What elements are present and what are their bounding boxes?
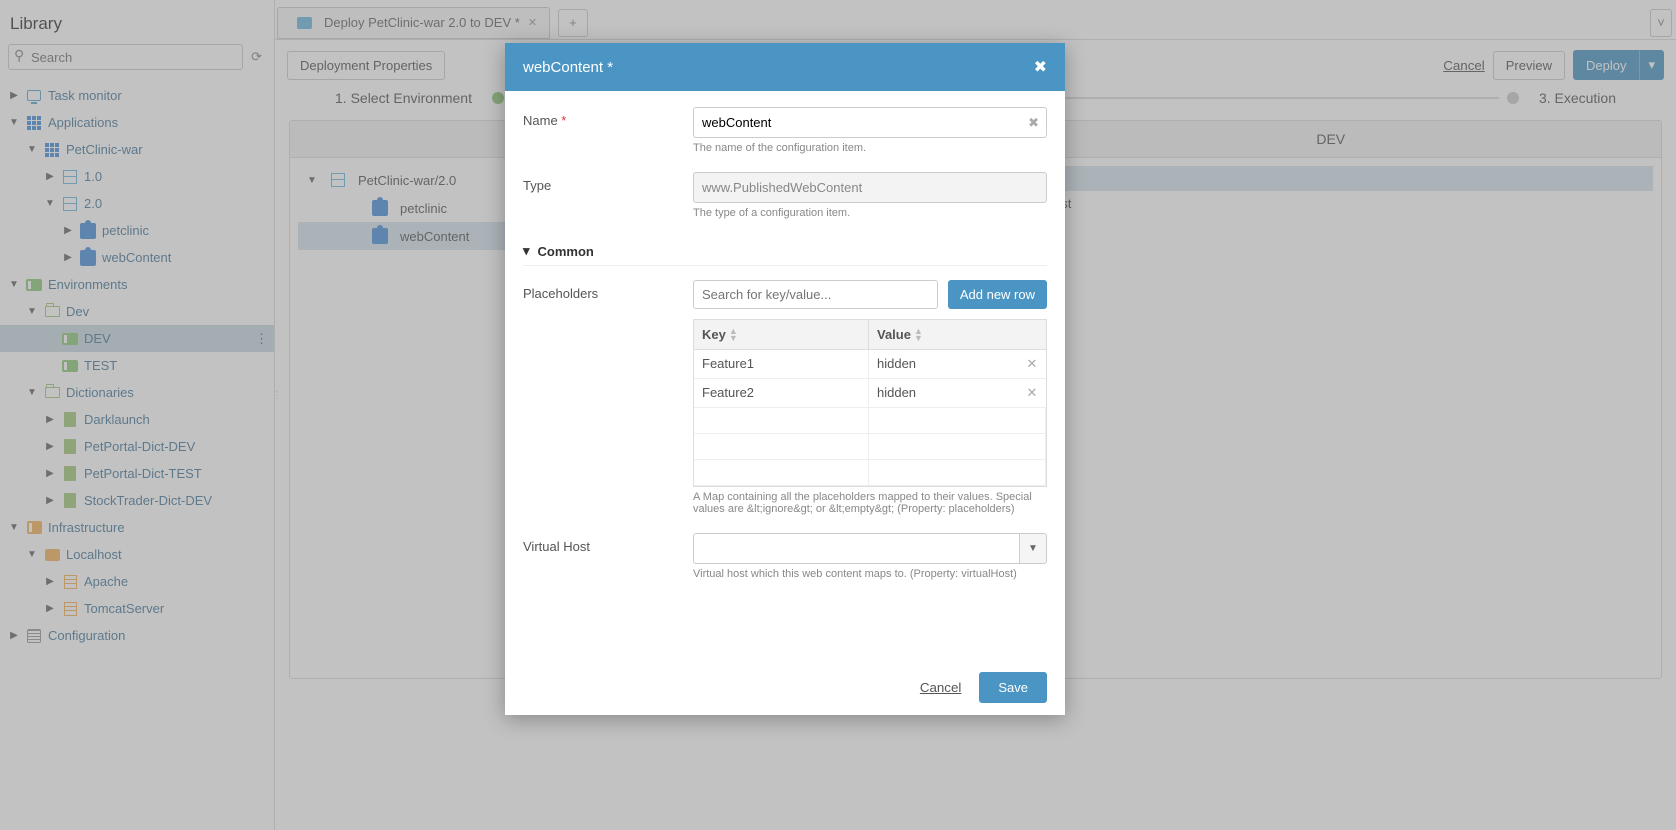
delete-row-icon[interactable]: ✕ bbox=[1018, 350, 1046, 378]
save-button[interactable]: Save bbox=[979, 672, 1047, 703]
name-label: Name * bbox=[523, 107, 693, 168]
modal-title: webContent * bbox=[523, 59, 613, 76]
webcontent-modal: webContent * ✖ Name * ✖ The name of the … bbox=[505, 43, 1065, 715]
kv-table: Key▲▼ Value▲▼ Feature1hidden✕Feature2hid… bbox=[693, 319, 1047, 487]
table-row[interactable]: Feature1hidden✕ bbox=[694, 350, 1046, 379]
chevron-down-icon: ▾ bbox=[523, 243, 530, 259]
clear-icon[interactable]: ✖ bbox=[1028, 115, 1039, 131]
vhost-help: Virtual host which this web content maps… bbox=[693, 568, 1047, 580]
kv-value: hidden bbox=[869, 379, 1018, 407]
key-column-header[interactable]: Key▲▼ bbox=[694, 320, 869, 349]
placeholders-help: A Map containing all the placeholders ma… bbox=[693, 491, 1047, 515]
close-icon[interactable]: ✖ bbox=[1034, 57, 1047, 77]
placeholders-label: Placeholders bbox=[523, 280, 693, 529]
type-input bbox=[693, 172, 1047, 203]
name-help: The name of the configuration item. bbox=[693, 142, 1047, 154]
type-help: The type of a configuration item. bbox=[693, 207, 1047, 219]
kv-key: Feature1 bbox=[694, 350, 869, 378]
vhost-dropdown-button[interactable]: ▼ bbox=[1019, 533, 1047, 564]
sort-icon: ▲▼ bbox=[729, 328, 738, 342]
type-label: Type bbox=[523, 172, 693, 233]
add-row-button[interactable]: Add new row bbox=[948, 280, 1047, 309]
kv-search-input[interactable] bbox=[693, 280, 938, 309]
cancel-button[interactable]: Cancel bbox=[920, 680, 962, 695]
delete-row-icon[interactable]: ✕ bbox=[1018, 379, 1046, 407]
name-input[interactable] bbox=[693, 107, 1047, 138]
vhost-input[interactable] bbox=[693, 533, 1019, 564]
section-common[interactable]: ▾ Common bbox=[523, 237, 1047, 266]
kv-value: hidden bbox=[869, 350, 1018, 378]
sort-icon: ▲▼ bbox=[914, 328, 923, 342]
value-column-header[interactable]: Value▲▼ bbox=[869, 320, 1046, 349]
vhost-label: Virtual Host bbox=[523, 533, 693, 594]
table-row[interactable]: Feature2hidden✕ bbox=[694, 379, 1046, 408]
kv-key: Feature2 bbox=[694, 379, 869, 407]
modal-header: webContent * ✖ bbox=[505, 43, 1065, 91]
